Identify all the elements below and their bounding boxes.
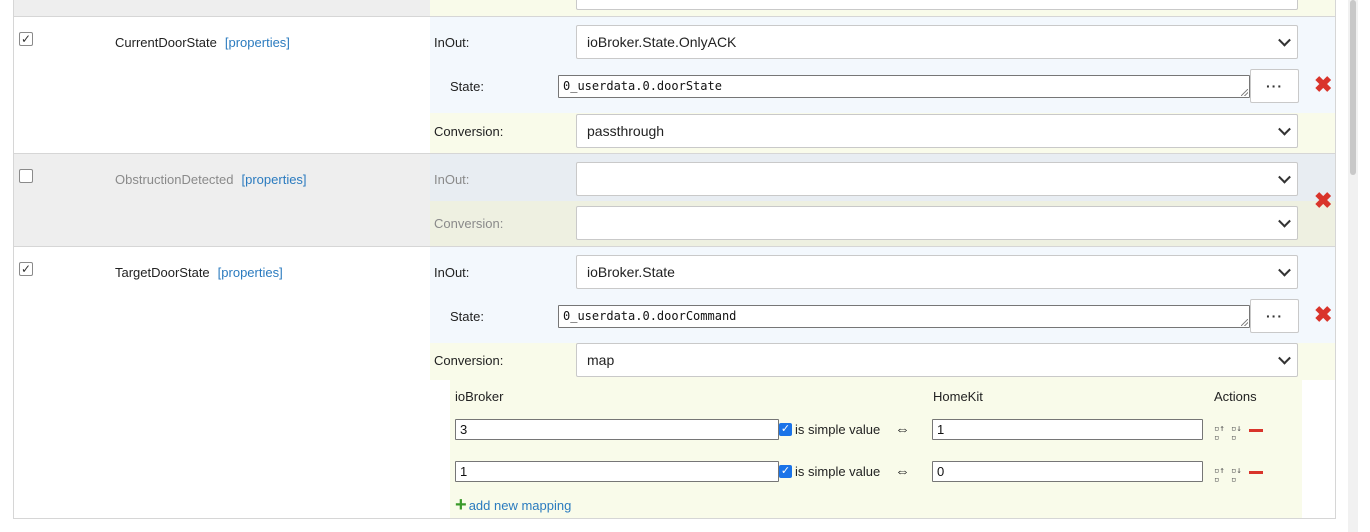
conversion-select[interactable]: map bbox=[576, 343, 1298, 377]
simple-value-toggle[interactable]: ✓ is simple value bbox=[779, 422, 880, 437]
inout-label: InOut: bbox=[434, 265, 470, 280]
inout-select[interactable]: ioBroker.State bbox=[576, 255, 1298, 289]
state-input[interactable]: 0_userdata.0.doorState bbox=[558, 75, 1250, 98]
conversion-select-value: map bbox=[587, 352, 615, 368]
characteristic-name-text: ObstructionDetected bbox=[115, 172, 234, 187]
enable-checkbox-obstruction-detected[interactable] bbox=[19, 169, 33, 183]
simple-value-label: is simple value bbox=[795, 422, 881, 437]
mapping-iobroker-input[interactable]: 3 bbox=[455, 419, 779, 440]
inout-label: InOut: bbox=[434, 172, 470, 187]
x-icon[interactable]: ✖ bbox=[1314, 304, 1332, 326]
inout-label: InOut: bbox=[434, 35, 470, 50]
x-icon[interactable]: ✖ bbox=[1314, 190, 1332, 212]
mapping-homekit-input[interactable]: 0 bbox=[932, 461, 1203, 482]
select-state-button[interactable]: ··· bbox=[1250, 69, 1299, 103]
state-label: State: bbox=[450, 309, 484, 324]
chevron-down-icon bbox=[1278, 33, 1291, 47]
characteristic-name: CurrentDoorState [properties] bbox=[115, 35, 290, 50]
sort-up-icon[interactable]: ▫↑ ▫ bbox=[1214, 425, 1225, 443]
inout-select[interactable] bbox=[576, 162, 1298, 196]
panel-border-right bbox=[1335, 0, 1336, 519]
properties-link[interactable]: [properties] bbox=[225, 35, 290, 50]
mapping-iobroker-value: 3 bbox=[460, 422, 468, 437]
x-icon[interactable]: ✖ bbox=[1314, 74, 1332, 96]
prev-row-left-bg bbox=[14, 0, 430, 16]
conversion-label: Conversion: bbox=[434, 353, 504, 368]
enable-checkbox-current-door-state[interactable]: ✓ bbox=[19, 32, 33, 46]
chevron-down-icon bbox=[1278, 263, 1291, 277]
equivalence-icon: ⇔ bbox=[895, 421, 910, 438]
add-mapping-label: add new mapping bbox=[468, 497, 572, 513]
mapping-iobroker-input[interactable]: 1 bbox=[455, 461, 779, 482]
resize-grip-icon[interactable] bbox=[1241, 319, 1248, 326]
chevron-down-icon bbox=[1278, 214, 1291, 228]
state-input-value: 0_userdata.0.doorCommand bbox=[563, 309, 737, 323]
chevron-down-icon bbox=[1278, 351, 1291, 365]
prev-row-select[interactable] bbox=[576, 0, 1298, 10]
characteristic-name: TargetDoorState [properties] bbox=[115, 265, 283, 280]
enable-checkbox-target-door-state[interactable]: ✓ bbox=[19, 262, 33, 276]
add-mapping-link[interactable]: + add new mapping bbox=[455, 495, 571, 515]
properties-link[interactable]: [properties] bbox=[218, 265, 283, 280]
mapping-header-actions: Actions bbox=[1214, 389, 1257, 404]
state-input[interactable]: 0_userdata.0.doorCommand bbox=[558, 305, 1250, 328]
inout-select-value: ioBroker.State bbox=[587, 264, 675, 280]
conversion-select[interactable]: passthrough bbox=[576, 114, 1298, 148]
simple-value-toggle[interactable]: ✓ is simple value bbox=[779, 464, 880, 479]
sort-up-icon[interactable]: ▫↑ ▫ bbox=[1214, 467, 1225, 485]
properties-link[interactable]: [properties] bbox=[242, 172, 307, 187]
mapping-homekit-value: 1 bbox=[937, 422, 945, 437]
characteristic-name-text: CurrentDoorState bbox=[115, 35, 217, 50]
mapping-header-homekit: HomeKit bbox=[933, 389, 983, 404]
inout-select[interactable]: ioBroker.State.OnlyACK bbox=[576, 25, 1298, 59]
mapping-iobroker-value: 1 bbox=[460, 464, 468, 479]
resize-grip-icon[interactable] bbox=[1241, 89, 1248, 96]
minus-icon[interactable] bbox=[1249, 429, 1263, 432]
state-input-value: 0_userdata.0.doorState bbox=[563, 79, 722, 93]
conversion-select[interactable] bbox=[576, 206, 1298, 240]
plus-icon: + bbox=[455, 494, 467, 516]
sort-down-icon[interactable]: ▫↓ ▫ bbox=[1231, 467, 1242, 485]
simple-value-label: is simple value bbox=[795, 464, 881, 479]
mapping-header-iobroker: ioBroker bbox=[455, 389, 504, 404]
simple-value-checkbox[interactable]: ✓ bbox=[779, 423, 792, 436]
conversion-select-value: passthrough bbox=[587, 123, 665, 139]
equivalence-icon: ⇔ bbox=[895, 463, 910, 480]
sort-down-icon[interactable]: ▫↓ ▫ bbox=[1231, 425, 1242, 443]
conversion-label: Conversion: bbox=[434, 124, 504, 139]
characteristic-name-text: TargetDoorState bbox=[115, 265, 210, 280]
mapping-homekit-value: 0 bbox=[937, 464, 945, 479]
panel-border-bottom bbox=[13, 518, 1336, 519]
chevron-down-icon bbox=[1278, 122, 1291, 136]
mapping-section-bg bbox=[450, 380, 1302, 518]
characteristic-name: ObstructionDetected [properties] bbox=[115, 172, 307, 187]
simple-value-checkbox[interactable]: ✓ bbox=[779, 465, 792, 478]
mapping-homekit-input[interactable]: 1 bbox=[932, 419, 1203, 440]
select-state-button[interactable]: ··· bbox=[1250, 299, 1299, 333]
inout-select-value: ioBroker.State.OnlyACK bbox=[587, 34, 737, 50]
state-label: State: bbox=[450, 79, 484, 94]
conversion-label: Conversion: bbox=[434, 216, 504, 231]
minus-icon[interactable] bbox=[1249, 471, 1263, 474]
scrollbar-thumb[interactable] bbox=[1350, 0, 1356, 175]
chevron-down-icon bbox=[1278, 170, 1291, 184]
